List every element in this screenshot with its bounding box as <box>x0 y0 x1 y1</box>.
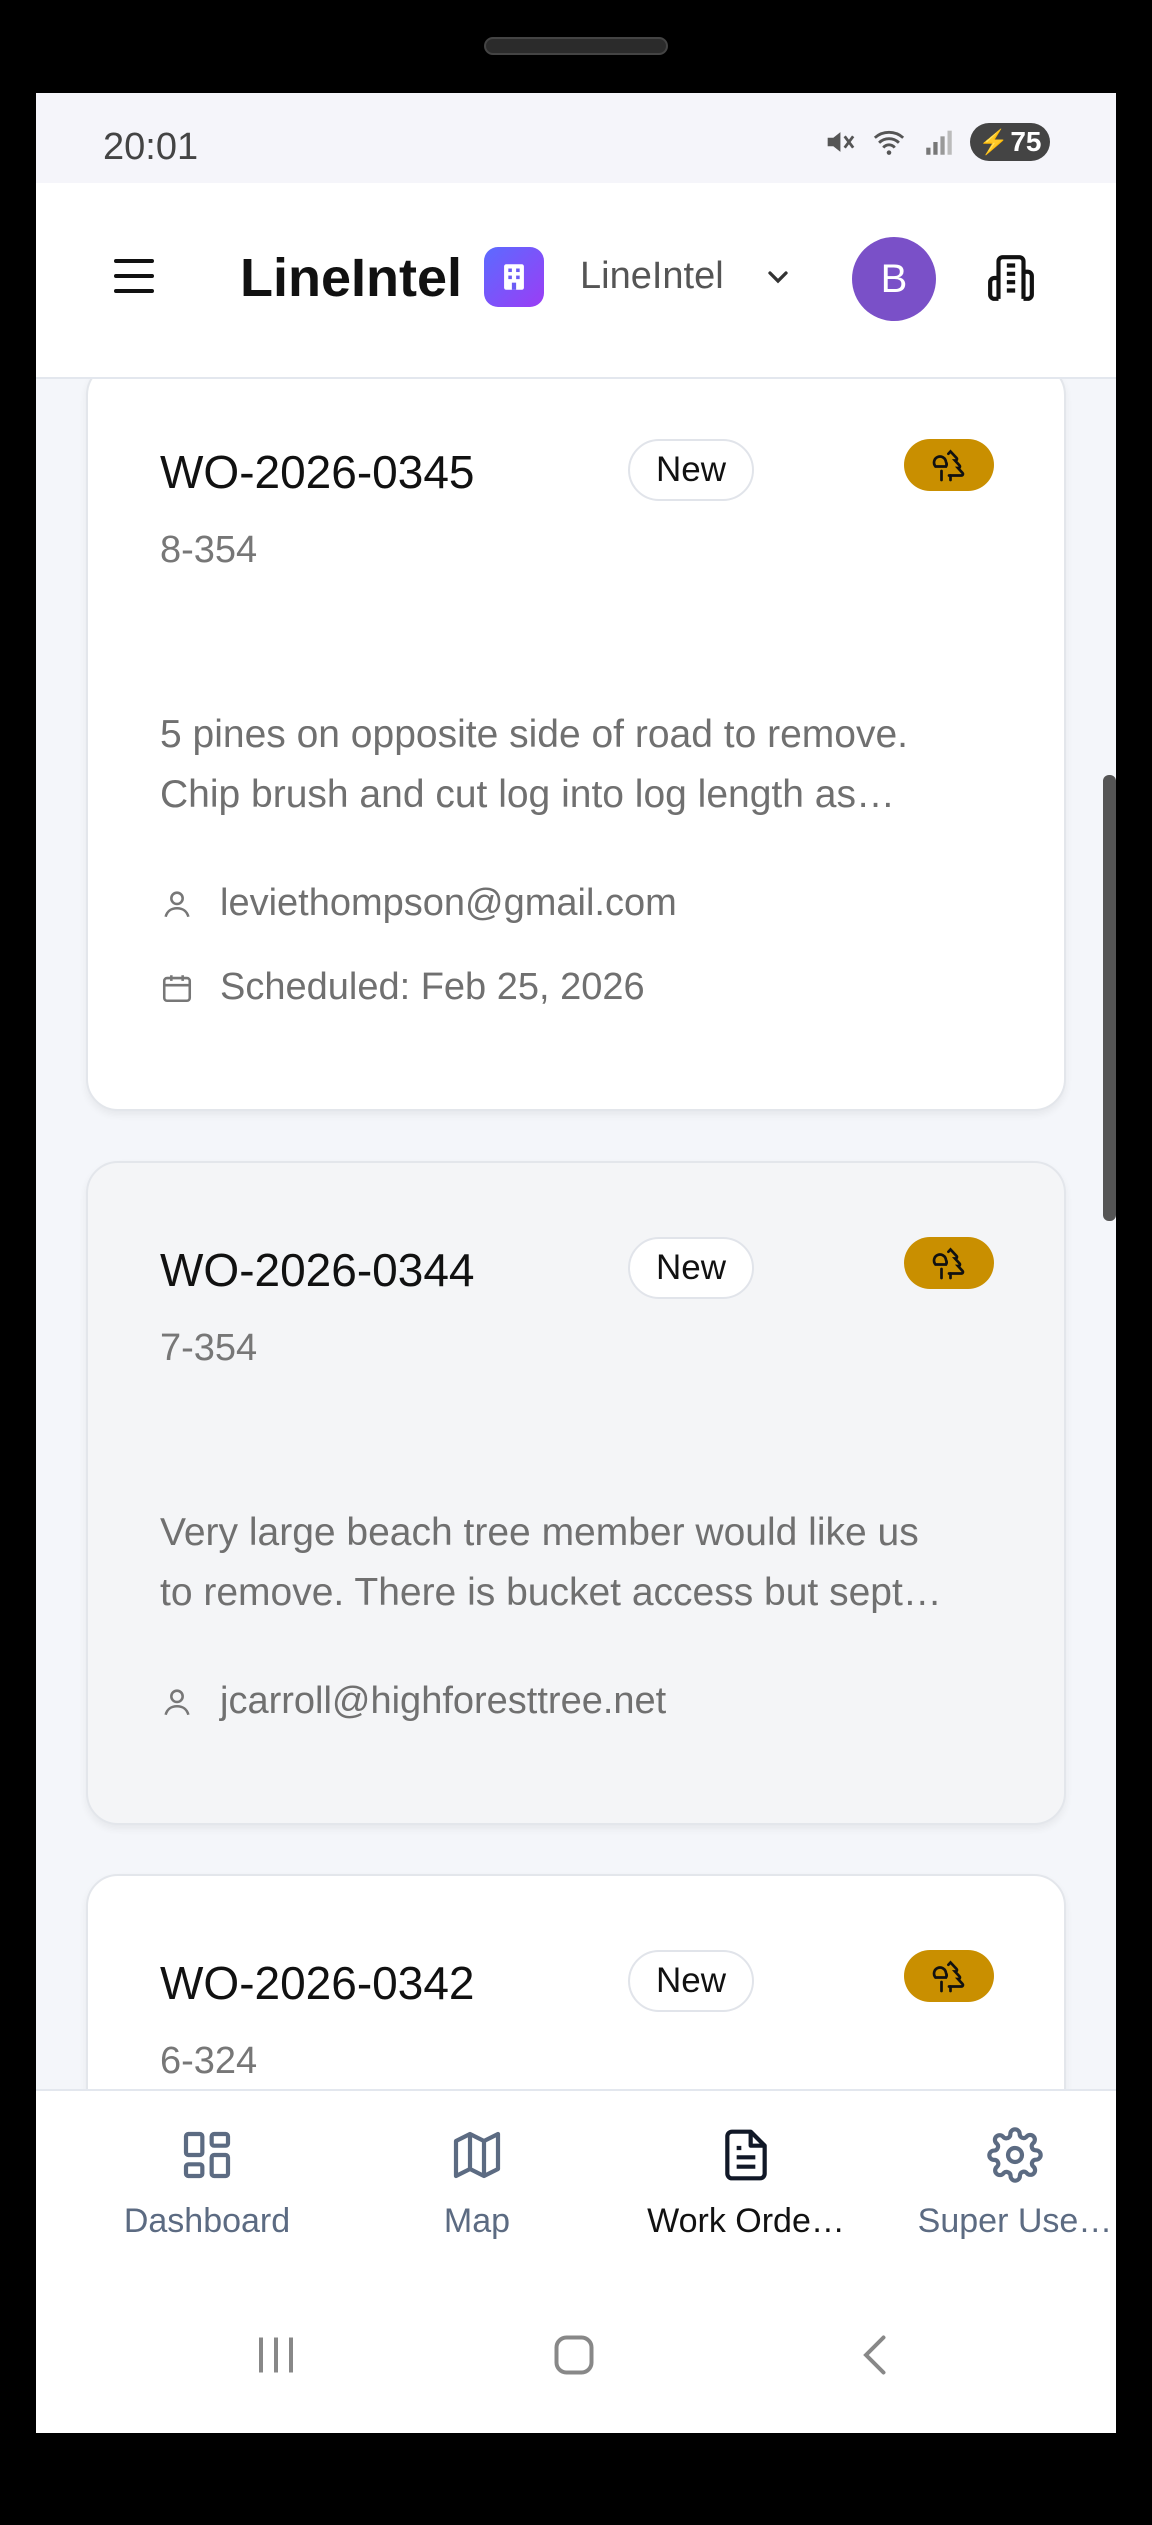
nav-label: Super Use… <box>917 2202 1113 2240</box>
wifi-icon <box>873 130 905 155</box>
recent-apps-icon[interactable] <box>246 2325 306 2385</box>
work-order-description: Very large beach tree member would like … <box>160 1503 1000 1623</box>
work-order-code: 7-354 <box>160 1327 258 1369</box>
nav-tab-map[interactable]: Map <box>347 2127 607 2241</box>
system-navigation-bar <box>36 2285 1116 2433</box>
status-icons: ⚡ 75 <box>822 123 1050 161</box>
phone-speaker <box>484 37 668 55</box>
work-order-description: 5 pines on opposite side of road to remo… <box>160 705 1000 825</box>
battery-indicator: ⚡ 75 <box>970 123 1050 161</box>
work-order-id: WO-2026-0345 <box>160 446 475 498</box>
menu-icon <box>114 259 154 263</box>
work-order-card[interactable]: WO-2026-0342 New 6-324 <box>86 1874 1066 2089</box>
chevron-down-icon[interactable] <box>762 261 794 293</box>
organization-logo[interactable] <box>484 247 544 307</box>
status-bar: 20:01 ⚡ 75 <box>36 93 1116 183</box>
app-header: LineIntel LineIntel B <box>36 183 1116 379</box>
phone-screen: 20:01 ⚡ 75 LineIntel LineIntel B WO-2026… <box>36 93 1116 2433</box>
scheduled-row: Scheduled: Feb 25, 2026 <box>160 966 645 1009</box>
assignee-row: jcarroll@highforesttree.net <box>160 1680 666 1723</box>
status-badge: New <box>628 1237 755 1299</box>
status-badge: New <box>628 439 755 501</box>
nav-label: Dashboard <box>123 2202 291 2240</box>
work-order-id: WO-2026-0344 <box>160 1244 475 1296</box>
tree-work-badge <box>904 439 994 491</box>
nav-tab-super-user[interactable]: Super Use… <box>885 2127 1116 2241</box>
dashboard-icon <box>183 2131 231 2179</box>
tree-work-badge <box>904 1950 994 2002</box>
description-line: 5 pines on opposite side of road to remo… <box>160 713 908 756</box>
nav-label: Map <box>443 2202 511 2240</box>
organization-switcher[interactable]: LineIntel <box>580 255 724 298</box>
trees-icon <box>932 1960 965 1993</box>
signal-icon <box>926 130 952 155</box>
back-icon[interactable] <box>846 2325 906 2385</box>
user-avatar[interactable]: B <box>852 237 936 321</box>
gear-icon <box>987 2127 1043 2183</box>
trees-icon <box>932 1247 965 1280</box>
assignee-email: jcarroll@highforesttree.net <box>220 1680 667 1722</box>
work-order-code: 6-324 <box>160 2040 258 2082</box>
status-badge: New <box>628 1950 755 2012</box>
company-building-icon[interactable] <box>986 253 1036 303</box>
scrollbar-thumb[interactable] <box>1103 775 1116 1221</box>
assignee-row: leviethompson@gmail.com <box>160 882 677 925</box>
map-icon <box>453 2131 501 2179</box>
menu-icon-line <box>114 289 154 293</box>
user-icon <box>164 1688 190 1715</box>
nav-label: Work Orde… <box>647 2202 845 2240</box>
description-line: Chip brush and cut log into log length a… <box>160 773 895 816</box>
calendar-icon <box>162 974 192 1002</box>
work-order-card[interactable]: WO-2026-0345 New 8-354 5 pines on opposi… <box>86 379 1066 1111</box>
bottom-navigation: Dashboard Map Work Orde… Super Use… <box>36 2089 1116 2287</box>
tree-work-badge <box>904 1237 994 1289</box>
work-order-card[interactable]: WO-2026-0344 New 7-354 Very large beach … <box>86 1161 1066 1825</box>
app-brand-title: LineIntel <box>240 248 463 308</box>
status-time: 20:01 <box>103 126 199 168</box>
trees-icon <box>932 449 965 482</box>
scheduled-date: Scheduled: Feb 25, 2026 <box>220 966 645 1008</box>
menu-icon-line <box>114 274 154 278</box>
hamburger-menu-button[interactable] <box>114 259 154 295</box>
nav-tab-dashboard[interactable]: Dashboard <box>77 2127 337 2241</box>
mute-icon <box>827 132 855 152</box>
work-order-id: WO-2026-0342 <box>160 1957 475 2009</box>
assignee-email: leviethompson@gmail.com <box>220 882 677 924</box>
battery-level: 75 <box>1010 126 1042 157</box>
description-line: to remove. There is bucket access but se… <box>160 1571 942 1614</box>
charging-icon: ⚡ <box>978 128 1009 156</box>
building-icon <box>504 264 524 290</box>
description-line: Very large beach tree member would like … <box>160 1511 919 1554</box>
home-icon[interactable] <box>544 2325 604 2385</box>
nav-tab-work-orders[interactable]: Work Orde… <box>616 2127 876 2241</box>
user-icon <box>164 890 190 917</box>
work-order-list[interactable]: WO-2026-0345 New 8-354 5 pines on opposi… <box>36 379 1116 2089</box>
document-icon <box>725 2129 767 2181</box>
work-order-code: 8-354 <box>160 529 258 571</box>
